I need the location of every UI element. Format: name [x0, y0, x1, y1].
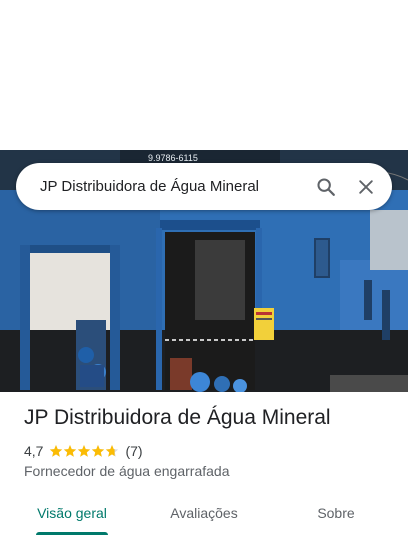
- star-rating: [49, 444, 119, 458]
- tab-overview[interactable]: Visão geral: [20, 494, 124, 532]
- tab-reviews[interactable]: Avaliações: [152, 494, 256, 532]
- tab-bar: Visão geral Avaliações Sobre: [0, 494, 408, 542]
- place-title: JP Distribuidora de Água Mineral: [24, 406, 331, 429]
- review-count[interactable]: (7): [125, 443, 142, 459]
- close-icon: [359, 179, 373, 194]
- search-bar: JP Distribuidora de Água Mineral: [16, 163, 392, 210]
- rating-row[interactable]: 4,7 (7): [24, 442, 143, 460]
- search-icon: [317, 177, 335, 196]
- place-category[interactable]: Fornecedor de água engarrafada: [24, 463, 229, 479]
- star-filled: [50, 445, 63, 457]
- rating-value: 4,7: [24, 443, 44, 459]
- star-filled: [92, 445, 105, 457]
- star-filled: [78, 445, 91, 457]
- search-input[interactable]: JP Distribuidora de Água Mineral: [40, 178, 306, 195]
- active-tab-indicator: [36, 532, 108, 535]
- tab-about[interactable]: Sobre: [284, 494, 388, 532]
- star-filled: [64, 445, 77, 457]
- close-button[interactable]: [346, 167, 386, 207]
- search-button[interactable]: [306, 167, 346, 207]
- stars-icon: [50, 445, 119, 457]
- sign-phone: 9.9786-6115: [148, 153, 198, 163]
